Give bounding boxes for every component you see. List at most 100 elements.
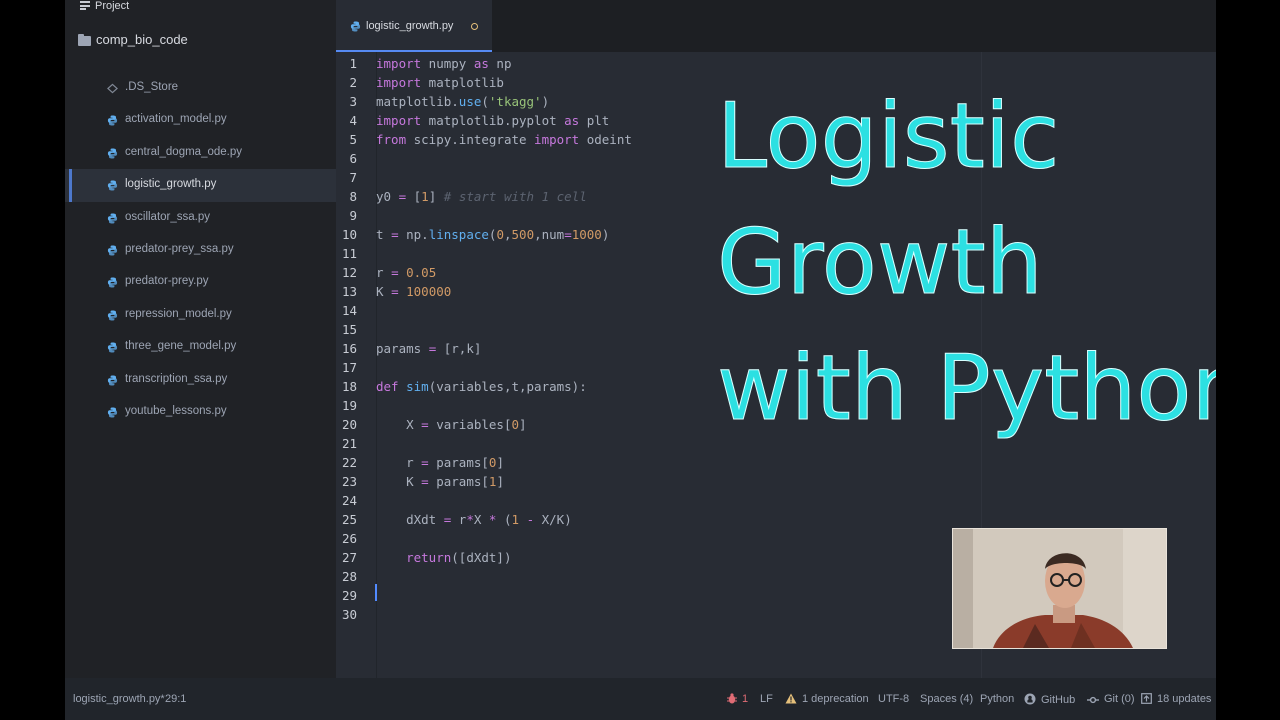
code-token: def	[376, 379, 399, 394]
tree-file-item[interactable]: central_dogma_ode.py	[65, 137, 336, 169]
line-number: 27	[341, 550, 357, 565]
code-line: params = [r,k]	[376, 339, 481, 358]
tab-label: logistic_growth.py	[366, 20, 454, 32]
status-cursor-position[interactable]: 29:1	[165, 693, 186, 705]
tree-file-label: predator-prey_ssa.py	[125, 242, 234, 255]
status-grammar[interactable]: Python	[980, 693, 1014, 705]
code-token: from	[376, 132, 407, 147]
root-folder[interactable]: comp_bio_code	[65, 26, 336, 56]
code-token: 100000	[406, 284, 452, 299]
python-file-icon	[350, 21, 361, 32]
menu-lines-icon	[80, 1, 90, 10]
code-line: K = params[1]	[376, 472, 504, 491]
code-line: dXdt = r*X * (1 - X/K)	[376, 510, 572, 529]
code-line: X = variables[0]	[376, 415, 526, 434]
overlay-title-line: Growth	[717, 210, 1044, 316]
tree-file-item[interactable]: three_gene_model.py	[65, 331, 336, 363]
code-token: import	[534, 132, 580, 147]
line-number: 16	[341, 341, 357, 356]
code-token: =	[421, 455, 429, 470]
python-file-icon	[107, 310, 118, 321]
code-token: X	[376, 417, 422, 432]
line-number: 2	[349, 75, 357, 90]
updates-label: 18 updates	[1157, 693, 1212, 705]
tab-logistic-growth[interactable]: logistic_growth.py	[336, 0, 492, 52]
tree-file-label: logistic_growth.py	[125, 178, 217, 191]
status-indentation[interactable]: Spaces (4)	[920, 693, 973, 705]
tree-file-item[interactable]: transcription_ssa.py	[65, 364, 336, 396]
code-token: sim	[406, 379, 429, 394]
file-list: .DS_Store activation_model.py central_dogm…	[65, 72, 336, 428]
code-token: X	[473, 512, 489, 527]
status-github[interactable]: GitHub	[1024, 693, 1075, 706]
code-token: matplotlib	[421, 75, 504, 90]
tree-file-label: .DS_Store	[125, 81, 179, 93]
code-token: [r,k]	[436, 341, 482, 356]
line-number: 10	[341, 227, 357, 242]
root-folder-label: comp_bio_code	[96, 32, 188, 47]
tree-file-label: oscillator_ssa.py	[125, 210, 211, 223]
code-token: import	[376, 75, 422, 90]
tree-file-label: predator-prey.py	[125, 275, 209, 288]
tree-file-item[interactable]: .DS_Store	[65, 72, 336, 104]
tab-bar: logistic_growth.py	[336, 0, 1216, 52]
github-icon	[1024, 693, 1036, 705]
code-token: params	[376, 341, 429, 356]
status-line-ending[interactable]: LF	[760, 693, 773, 705]
python-file-icon	[107, 213, 118, 224]
code-token: 0.05	[406, 265, 437, 280]
line-number: 1	[349, 56, 357, 71]
code-token: plt	[579, 113, 610, 128]
code-token: 500	[511, 227, 535, 242]
tree-file-item[interactable]: repression_model.py	[65, 299, 336, 331]
bug-icon	[727, 693, 737, 704]
overlay-title-line: Logistic	[717, 84, 1060, 190]
python-file-icon	[107, 277, 118, 288]
code-token: =	[421, 474, 429, 489]
tree-file-item[interactable]: youtube_lessons.py	[65, 396, 336, 428]
line-number: 20	[341, 417, 357, 432]
line-number: 22	[341, 455, 357, 470]
modified-indicator-icon[interactable]	[471, 23, 478, 30]
code-line: K = 100000	[376, 282, 451, 301]
code-token: K	[376, 474, 422, 489]
status-git[interactable]: Git (0)	[1087, 693, 1135, 705]
code-token: matplotlib.pyplot	[421, 113, 565, 128]
code-token: use	[458, 94, 482, 109]
status-updates[interactable]: 18 updates	[1141, 693, 1211, 705]
code-token: (variables,t,params):	[428, 379, 587, 394]
tree-file-item[interactable]: predator-prey_ssa.py	[65, 234, 336, 266]
tree-file-item[interactable]: activation_model.py	[65, 104, 336, 136]
line-number: 28	[341, 569, 357, 584]
line-number: 15	[341, 322, 357, 337]
tree-file-label: three_gene_model.py	[125, 340, 237, 353]
line-number: 5	[349, 132, 357, 147]
line-number: 3	[349, 94, 357, 109]
overlay-title-line: with Python	[717, 336, 1217, 442]
status-file-path[interactable]: logistic_growth.py*	[73, 693, 165, 705]
status-deprecation[interactable]: 1 deprecation	[785, 693, 869, 705]
line-number: 8	[349, 189, 357, 204]
tree-file-item[interactable]: predator-prey.py	[65, 266, 336, 298]
code-token: np.	[398, 227, 429, 242]
status-encoding[interactable]: UTF-8	[878, 693, 909, 705]
line-number: 24	[341, 493, 357, 508]
tree-file-label: central_dogma_ode.py	[125, 145, 242, 158]
code-token: r	[376, 265, 392, 280]
line-number: 18	[341, 379, 357, 394]
tree-file-item[interactable]: oscillator_ssa.py	[65, 202, 336, 234]
line-number: 21	[341, 436, 357, 451]
code-token: =	[398, 189, 407, 204]
line-number: 30	[341, 607, 357, 622]
deprecation-label: 1 deprecation	[802, 693, 869, 705]
github-label: GitHub	[1041, 694, 1076, 706]
project-panel-header[interactable]: Project	[65, 0, 336, 14]
editor-window: Project comp_bio_code .DS_Store activatio…	[65, 0, 1216, 720]
code-token: ,	[503, 227, 512, 242]
status-bar: logistic_growth.py* 29:1 1 LF 1 deprecat…	[65, 678, 1216, 720]
status-bug-indicator[interactable]: 1	[727, 693, 748, 705]
git-label: Git (0)	[1104, 693, 1135, 705]
webcam-overlay	[952, 528, 1167, 649]
tree-file-item[interactable]: logistic_growth.py	[65, 169, 336, 202]
